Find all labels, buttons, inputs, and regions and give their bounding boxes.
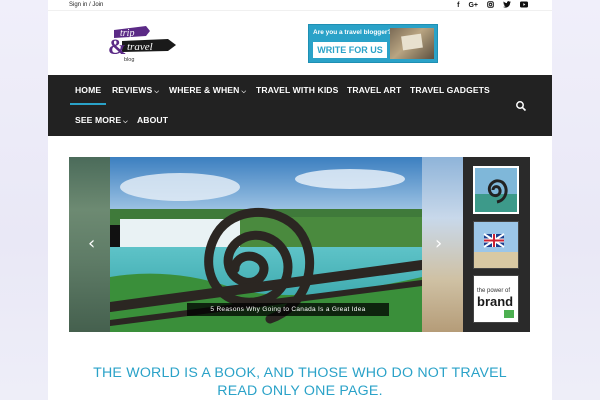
nav-item-travel-with-kids[interactable]: TRAVEL WITH KIDS bbox=[256, 75, 338, 105]
write-for-us-button[interactable]: WRITE FOR US bbox=[313, 42, 387, 58]
chevron-right-icon[interactable]: › bbox=[435, 234, 442, 254]
twitter-icon[interactable] bbox=[503, 1, 511, 11]
logo-text-travel: travel bbox=[127, 41, 153, 53]
facebook-icon[interactable]: f bbox=[457, 1, 459, 11]
write-for-us-banner[interactable]: Are you a travel blogger? WRITE FOR US bbox=[308, 24, 438, 63]
thumbnail-spiral[interactable] bbox=[473, 166, 519, 214]
chevron-down-icon: ⌵ bbox=[241, 89, 247, 95]
site-logo[interactable]: trip travel & blog bbox=[108, 22, 180, 64]
svg-text:brand: brand bbox=[477, 294, 513, 309]
social-icons: f G+ bbox=[457, 1, 528, 11]
nav-item-about[interactable]: ABOUT bbox=[137, 105, 168, 135]
google-plus-icon[interactable]: G+ bbox=[468, 1, 478, 11]
banner-notebook-image bbox=[390, 28, 434, 59]
chevron-down-icon: ⌵ bbox=[154, 89, 159, 95]
thumbnail-flag[interactable] bbox=[473, 221, 519, 269]
nav-item-see-more[interactable]: SEE MORE ⌵ bbox=[75, 105, 128, 135]
next-slide-preview[interactable] bbox=[422, 157, 463, 332]
slide-caption[interactable]: 5 Reasons Why Going to Canada Is a Great… bbox=[187, 303, 389, 316]
youtube-icon[interactable] bbox=[520, 1, 528, 11]
chevron-left-icon[interactable]: ‹ bbox=[88, 234, 95, 254]
logo-text-blog: blog bbox=[124, 57, 134, 63]
top-bar: Sign in / Join f G+ bbox=[48, 0, 552, 11]
site-container: Sign in / Join f G+ trip travel & blog A… bbox=[48, 0, 552, 400]
chevron-down-icon: ⌵ bbox=[123, 119, 128, 125]
featured-slider: 5 Reasons Why Going to Canada Is a Great… bbox=[69, 157, 530, 332]
logo-ampersand: & bbox=[108, 34, 126, 59]
nav-item-travel-art[interactable]: TRAVEL ART bbox=[347, 75, 401, 105]
travel-quote: THE WORLD IS A BOOK, AND THOSE WHO DO NO… bbox=[48, 364, 552, 400]
instagram-icon[interactable] bbox=[487, 1, 494, 11]
nav-item-reviews[interactable]: REVIEWS ⌵ bbox=[112, 75, 159, 105]
thumbnail-brand[interactable]: the power of brand bbox=[473, 275, 519, 323]
main-nav: HOME REVIEWS ⌵ WHERE & WHEN ⌵ TRAVEL WITH … bbox=[48, 75, 552, 136]
slider-thumbnails: the power of brand bbox=[463, 157, 530, 332]
nav-item-where-when[interactable]: WHERE & WHEN ⌵ bbox=[169, 75, 246, 105]
search-icon[interactable] bbox=[515, 99, 527, 112]
nav-item-home[interactable]: HOME bbox=[69, 75, 107, 105]
banner-tagline: Are you a travel blogger? bbox=[313, 29, 392, 36]
quote-line-1: THE WORLD IS A BOOK, AND THOSE WHO DO NO… bbox=[93, 365, 507, 381]
signin-link[interactable]: Sign in / Join bbox=[69, 2, 103, 8]
nav-item-travel-gadgets[interactable]: TRAVEL GADGETS bbox=[410, 75, 490, 105]
quote-line-2: READ ONLY ONE PAGE. bbox=[217, 383, 383, 399]
